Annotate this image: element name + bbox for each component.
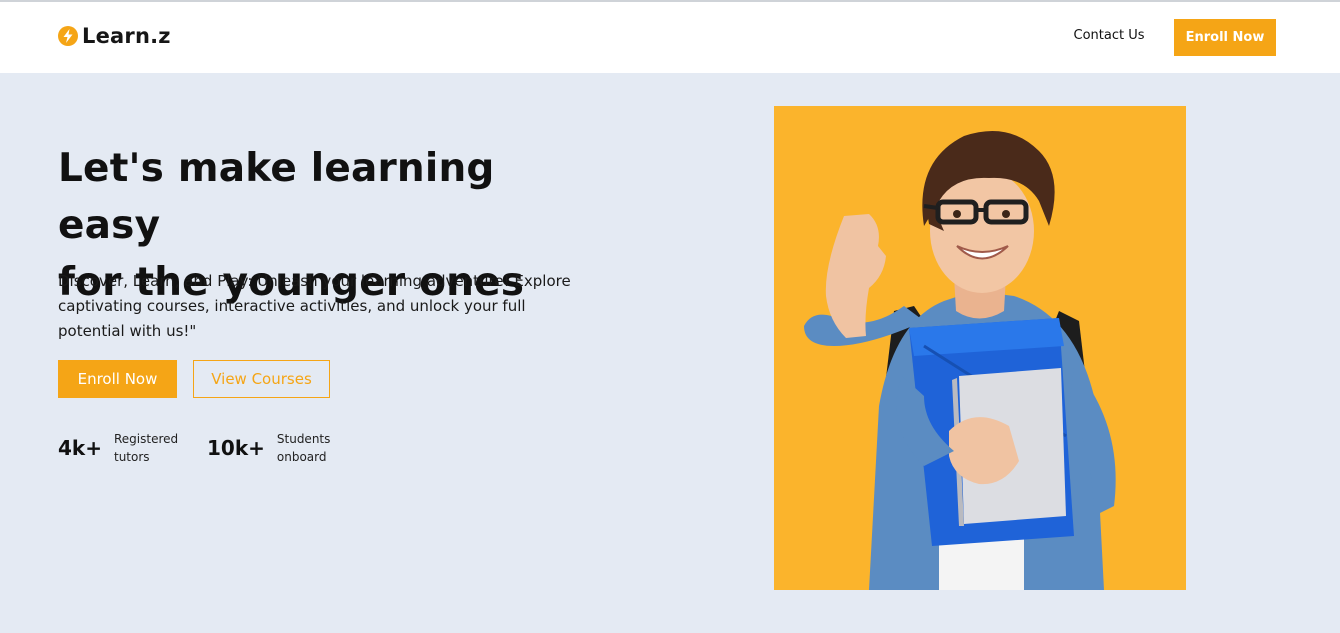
lightning-bolt-icon xyxy=(58,26,78,46)
stat-label: Students onboard xyxy=(277,430,357,466)
contact-us-link[interactable]: Contact Us xyxy=(1066,26,1152,46)
hero-photo xyxy=(774,106,1186,590)
stat-label: Registered tutors xyxy=(114,430,194,466)
hero-title-line-1: Let's make learning easy xyxy=(58,146,495,248)
nav-enroll-button[interactable]: Enroll Now xyxy=(1174,19,1276,56)
stat-value: 4k+ xyxy=(58,436,102,460)
view-courses-button[interactable]: View Courses xyxy=(193,360,330,398)
stat-label-line-2: tutors xyxy=(113,450,150,464)
stat-tutors: 4k+ Registered tutors xyxy=(58,430,194,466)
stat-students: 10k+ Students onboard xyxy=(207,430,357,466)
stat-label-line-1: Registered xyxy=(113,432,179,446)
stat-label-line-1: Students xyxy=(276,432,331,446)
enroll-now-button[interactable]: Enroll Now xyxy=(58,360,177,398)
stat-label-line-2: onboard xyxy=(276,450,327,464)
navbar: Learn.z Contact Us Enroll Now xyxy=(0,2,1340,73)
hero-description: Discover, Learn, and Play: Unleash your … xyxy=(58,272,571,340)
brand-name: Learn.z xyxy=(82,24,171,48)
stat-value: 10k+ xyxy=(207,436,265,460)
student-illustration xyxy=(804,131,1116,590)
brand-logo[interactable]: Learn.z xyxy=(58,22,171,50)
